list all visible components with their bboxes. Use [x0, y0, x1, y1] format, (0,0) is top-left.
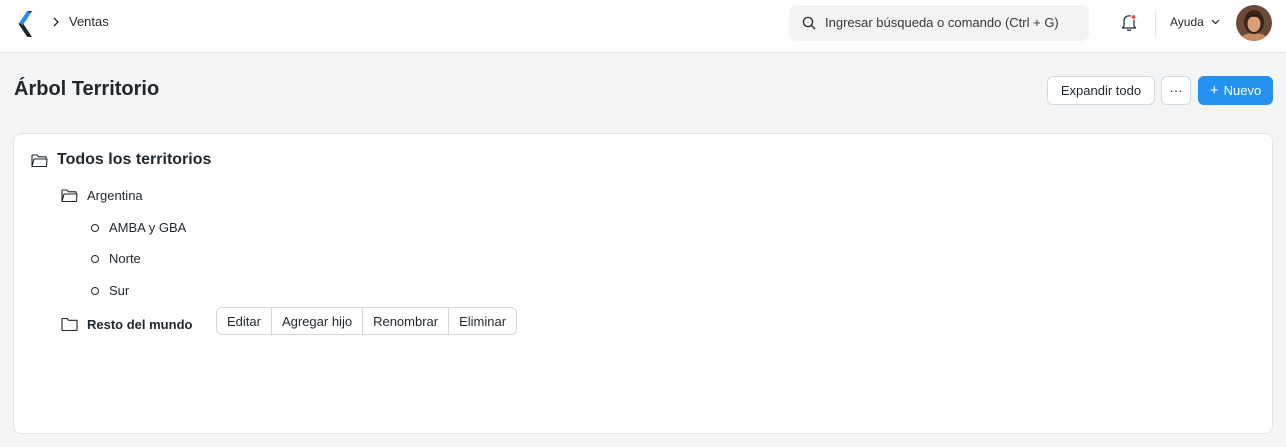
folder-open-icon — [61, 189, 78, 203]
avatar[interactable] — [1236, 5, 1272, 41]
search-icon — [802, 16, 816, 30]
search-input[interactable]: Ingresar búsqueda o comando (Ctrl + G) — [789, 5, 1089, 41]
new-button[interactable]: + Nuevo — [1198, 76, 1273, 105]
bell-icon[interactable] — [1121, 13, 1137, 32]
navbar-divider — [1155, 11, 1156, 36]
plus-icon: + — [1209, 82, 1219, 99]
navbar: Ventas Ingresar búsqueda o comando (Ctrl… — [0, 0, 1286, 53]
tree-node-label: AMBA y GBA — [109, 220, 187, 235]
delete-button[interactable]: Eliminar — [449, 308, 516, 334]
tree-node-root[interactable]: Todos los territorios — [31, 151, 211, 169]
tree-card: Todos los territorios Argentina AMBA y G… — [13, 133, 1273, 434]
leaf-dot-icon — [91, 223, 99, 232]
leaf-dot-icon — [91, 254, 99, 263]
tree-node-label: Norte — [109, 251, 141, 266]
breadcrumb-ventas[interactable]: Ventas — [69, 14, 109, 29]
tree-node-label: Todos los territorios — [57, 151, 212, 168]
new-button-label: Nuevo — [1223, 83, 1262, 98]
leaf-dot-icon — [91, 286, 99, 295]
tree-node-label: Resto del mundo — [87, 317, 193, 332]
chevron-right-icon — [53, 17, 59, 27]
tree-node-label: Argentina — [87, 188, 143, 203]
tree-leaf-norte[interactable]: Norte — [91, 251, 141, 266]
search-placeholder: Ingresar búsqueda o comando (Ctrl + G) — [825, 15, 1059, 30]
page-title: Árbol Territorio — [14, 78, 160, 100]
folder-open-icon — [31, 153, 48, 167]
tree-node-argentina[interactable]: Argentina — [61, 188, 143, 203]
edit-button[interactable]: Editar — [217, 308, 272, 334]
chevron-down-icon[interactable] — [1211, 19, 1220, 25]
add-child-button[interactable]: Agregar hijo — [272, 308, 364, 334]
app-logo-icon[interactable] — [18, 11, 34, 37]
more-options-button[interactable]: ··· — [1161, 76, 1191, 105]
tree-node-label: Sur — [109, 283, 130, 298]
tree-leaf-sur[interactable]: Sur — [91, 283, 129, 298]
rename-button[interactable]: Renombrar — [363, 308, 450, 334]
tree-leaf-amba[interactable]: AMBA y GBA — [91, 220, 186, 235]
tree-node-resto-del-mundo[interactable]: Resto del mundo — [61, 317, 192, 332]
node-actions: Editar Agregar hijo Renombrar Eliminar — [216, 307, 518, 335]
help-menu[interactable]: Ayuda — [1170, 15, 1204, 29]
folder-closed-icon — [61, 317, 78, 332]
expand-all-button[interactable]: Expandir todo — [1047, 76, 1155, 105]
